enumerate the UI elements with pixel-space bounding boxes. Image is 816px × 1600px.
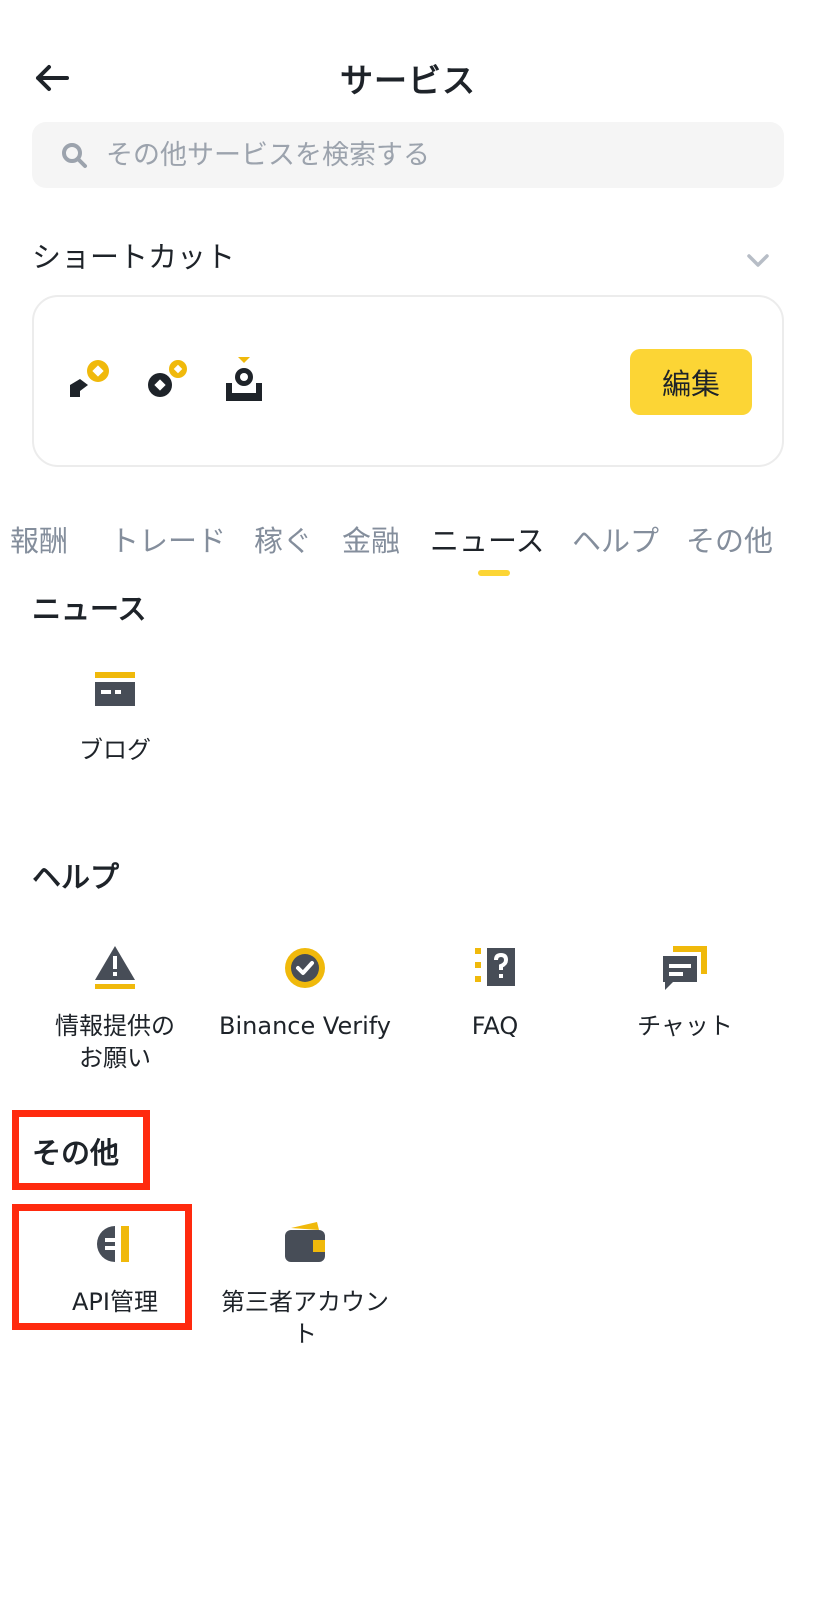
- tab-trade[interactable]: トレード: [110, 518, 226, 560]
- tab-other[interactable]: その他: [686, 518, 773, 560]
- service-item-label: チャット: [637, 1012, 733, 1040]
- tab-help[interactable]: ヘルプ: [572, 518, 659, 560]
- search-input[interactable]: [104, 138, 748, 172]
- chat-icon: [663, 946, 707, 990]
- header: サービス: [0, 40, 816, 114]
- tab-rewards[interactable]: 報酬: [10, 518, 68, 560]
- help-section-title: ヘルプ: [32, 860, 120, 894]
- category-tabs: 報酬 トレード 稼ぐ 金融 ニュース ヘルプ その他: [0, 518, 816, 578]
- deposit-icon[interactable]: [220, 357, 268, 405]
- service-item-api-management[interactable]: API管理: [20, 1220, 210, 1318]
- service-item-faq[interactable]: FAQ: [400, 944, 590, 1042]
- chevron-down-icon[interactable]: [744, 246, 772, 274]
- service-item-label: Binance Verify: [219, 1012, 391, 1040]
- service-item-label: 情報提供のお願い: [55, 1012, 175, 1072]
- shortcut-card: 編集: [32, 295, 784, 467]
- blog-icon: [95, 672, 135, 706]
- tab-earn[interactable]: 稼ぐ: [254, 518, 312, 560]
- services-page: サービス ショートカット 編集: [0, 0, 816, 1600]
- edit-shortcuts-button[interactable]: 編集: [630, 349, 752, 415]
- service-item-info-request[interactable]: 情報提供のお願い: [20, 944, 210, 1074]
- service-item-third-party-account[interactable]: 第三者アカウント: [210, 1220, 400, 1350]
- other-section-title: その他: [32, 1136, 120, 1170]
- page-title: サービス: [340, 61, 476, 100]
- coins-icon[interactable]: [142, 357, 190, 405]
- service-item-chat[interactable]: チャット: [590, 944, 780, 1042]
- warning-icon: [95, 946, 135, 989]
- verify-badge-icon: [285, 948, 325, 988]
- shortcut-heading: ショートカット: [32, 240, 236, 274]
- service-item-binance-verify[interactable]: Binance Verify: [210, 944, 400, 1042]
- faq-icon: [475, 948, 515, 986]
- search-icon: [62, 143, 87, 168]
- active-tab-indicator: [478, 570, 510, 576]
- service-item-label: API管理: [72, 1288, 158, 1316]
- tab-finance[interactable]: 金融: [342, 518, 400, 560]
- service-item-label: ブログ: [79, 736, 151, 764]
- tab-news[interactable]: ニュース: [430, 518, 545, 560]
- service-item-label: 第三者アカウント: [221, 1288, 389, 1348]
- wallet-icon: [285, 1222, 325, 1262]
- api-plug-icon: [96, 1226, 129, 1262]
- news-section-title: ニュース: [32, 592, 147, 626]
- search-bar[interactable]: [32, 122, 784, 188]
- service-item-label: FAQ: [471, 1012, 519, 1040]
- coin-withdraw-icon[interactable]: [66, 357, 114, 405]
- service-item-blog[interactable]: ブログ: [20, 668, 210, 766]
